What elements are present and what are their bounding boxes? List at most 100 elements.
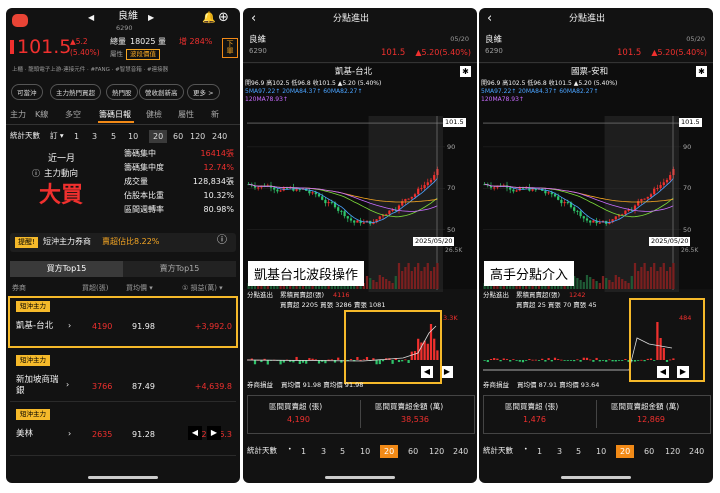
- summary-amount-value: 38,536: [401, 415, 429, 424]
- col-broker: 券商: [12, 284, 26, 292]
- flow-bar: [295, 356, 298, 360]
- period-120[interactable]: 120: [429, 447, 444, 456]
- period-1[interactable]: 1: [74, 132, 79, 141]
- period-240[interactable]: 240: [212, 132, 227, 141]
- summary-amount-value: 12,869: [637, 415, 665, 424]
- highlight-box: [8, 296, 238, 348]
- price: 101.5: [17, 36, 72, 58]
- period-240[interactable]: 240: [689, 447, 704, 456]
- band-value-tag[interactable]: 波段價值: [126, 49, 160, 60]
- row-buy: 3766: [92, 382, 113, 391]
- summary-buy-value: 1,476: [523, 415, 546, 424]
- period-3[interactable]: 3: [321, 447, 326, 456]
- row-chevron-icon[interactable]: ›: [68, 430, 71, 438]
- broker-name[interactable]: 美林: [16, 430, 33, 439]
- flow-bar: [509, 360, 512, 362]
- period-10[interactable]: 10: [128, 132, 138, 141]
- period-5[interactable]: 5: [340, 447, 345, 456]
- broker-name[interactable]: 新加坡商瑞銀: [16, 375, 64, 397]
- tags-line: 上櫃 · 龍頭電子上游-連接元件 · #FANG · #智慧音箱 · #連接器: [12, 67, 169, 73]
- col-pnl[interactable]: ① 損益(萬) ▾: [182, 285, 223, 292]
- pill-main-buy[interactable]: 主力熱門買超: [50, 84, 101, 100]
- next-arrow-button[interactable]: ▶: [441, 366, 453, 378]
- flow-bar: [537, 360, 541, 361]
- period-3[interactable]: 3: [557, 447, 562, 456]
- period-10[interactable]: 10: [360, 447, 370, 456]
- sector-tag[interactable]: 屬性: [110, 51, 123, 58]
- tab-longshort[interactable]: 多空: [65, 109, 81, 120]
- prev-arrow-button[interactable]: ◀: [188, 426, 202, 440]
- period-prev-icon[interactable]: •: [288, 447, 292, 453]
- flow-bar: [617, 360, 621, 361]
- flow-bar: [493, 358, 496, 360]
- add-icon[interactable]: ⊕: [218, 11, 229, 24]
- period-5[interactable]: 5: [111, 132, 116, 141]
- stat-days-dropdown[interactable]: 訂 ▾: [50, 132, 64, 140]
- metric-value: 10.32%: [203, 191, 234, 200]
- flow-bar: [582, 357, 585, 360]
- period-120[interactable]: 120: [190, 132, 205, 141]
- total-value: 18025 量: [130, 37, 166, 46]
- period-20[interactable]: 20: [380, 445, 399, 458]
- flow-bar: [512, 359, 515, 360]
- period-prev-icon[interactable]: •: [524, 447, 528, 453]
- summary-box: [483, 395, 711, 434]
- tab-sell-top15[interactable]: 賣方Top15: [123, 261, 236, 277]
- tab-kline[interactable]: K線: [35, 109, 48, 120]
- period-60[interactable]: 60: [173, 132, 183, 141]
- pill-more[interactable]: 更多 >: [187, 84, 220, 100]
- metric-label: 成交量: [124, 177, 148, 186]
- pill-daytrade[interactable]: 可當沖: [11, 84, 43, 100]
- period-20[interactable]: 20: [616, 445, 635, 458]
- tab-main[interactable]: 主力: [10, 109, 26, 120]
- row-chevron-icon[interactable]: ›: [66, 381, 69, 389]
- period-240[interactable]: 240: [453, 447, 468, 456]
- prev-stock-icon[interactable]: ◀: [88, 14, 94, 22]
- period-60[interactable]: 60: [408, 447, 418, 456]
- next-arrow-button[interactable]: ▶: [207, 426, 221, 440]
- notice-info-icon[interactable]: ⓘ: [217, 236, 227, 246]
- pill-hot[interactable]: 熱門股: [106, 84, 138, 100]
- period-10[interactable]: 10: [596, 447, 606, 456]
- stock-overview-screen: ◀ 良維 6290 ▶ 🔔 ⊕ 101.5 ▲5.2 (5.40%) 總量 18…: [6, 8, 240, 483]
- summary-box: [247, 395, 475, 434]
- tab-buy-top15[interactable]: 買方Top15: [10, 261, 123, 277]
- bell-icon[interactable]: 🔔: [202, 12, 216, 23]
- tab-health[interactable]: 健檢: [146, 109, 162, 120]
- pill-revenue[interactable]: 營收創新高: [139, 84, 184, 100]
- tab-attribute[interactable]: 屬性: [178, 109, 194, 120]
- period-60[interactable]: 60: [644, 447, 654, 456]
- info-icon[interactable]: ⓘ: [32, 170, 40, 178]
- flow-bar: [531, 359, 534, 361]
- total-pct: 增 284%: [179, 37, 213, 46]
- flow-bar: [502, 358, 505, 360]
- flow-bar: [605, 360, 608, 362]
- change: ▲5.2: [70, 37, 88, 46]
- period-5[interactable]: 5: [576, 447, 581, 456]
- flow-bar: [525, 360, 528, 361]
- metric-value: 80.98%: [203, 205, 234, 214]
- order-button[interactable]: 下單: [222, 38, 238, 58]
- flow-bar: [553, 357, 557, 360]
- period-20[interactable]: 20: [149, 130, 168, 143]
- col-buy[interactable]: 買超(張): [82, 285, 108, 292]
- flow-bar: [266, 360, 269, 365]
- tab-chip-daily[interactable]: 籌碼日報: [99, 109, 131, 120]
- pnl-label: 券商損益: [483, 381, 509, 389]
- row-avg: 91.28: [132, 430, 155, 439]
- period-3[interactable]: 3: [92, 132, 97, 141]
- col-avg[interactable]: 買均價 ▾: [126, 285, 153, 292]
- flow-bar: [311, 358, 314, 360]
- next-stock-icon[interactable]: ▶: [148, 14, 154, 22]
- period-120[interactable]: 120: [665, 447, 680, 456]
- summary-divider: [596, 400, 597, 428]
- flow-bar: [569, 360, 573, 361]
- period-1[interactable]: 1: [537, 447, 542, 456]
- flow-bar: [489, 358, 493, 360]
- flow-bar: [614, 360, 617, 362]
- flow-bar: [621, 360, 624, 361]
- stat-days-label: 統計天數: [483, 446, 513, 455]
- period-1[interactable]: 1: [301, 447, 306, 456]
- robot-mascot-icon[interactable]: [12, 14, 28, 27]
- tab-new[interactable]: 新: [211, 109, 219, 120]
